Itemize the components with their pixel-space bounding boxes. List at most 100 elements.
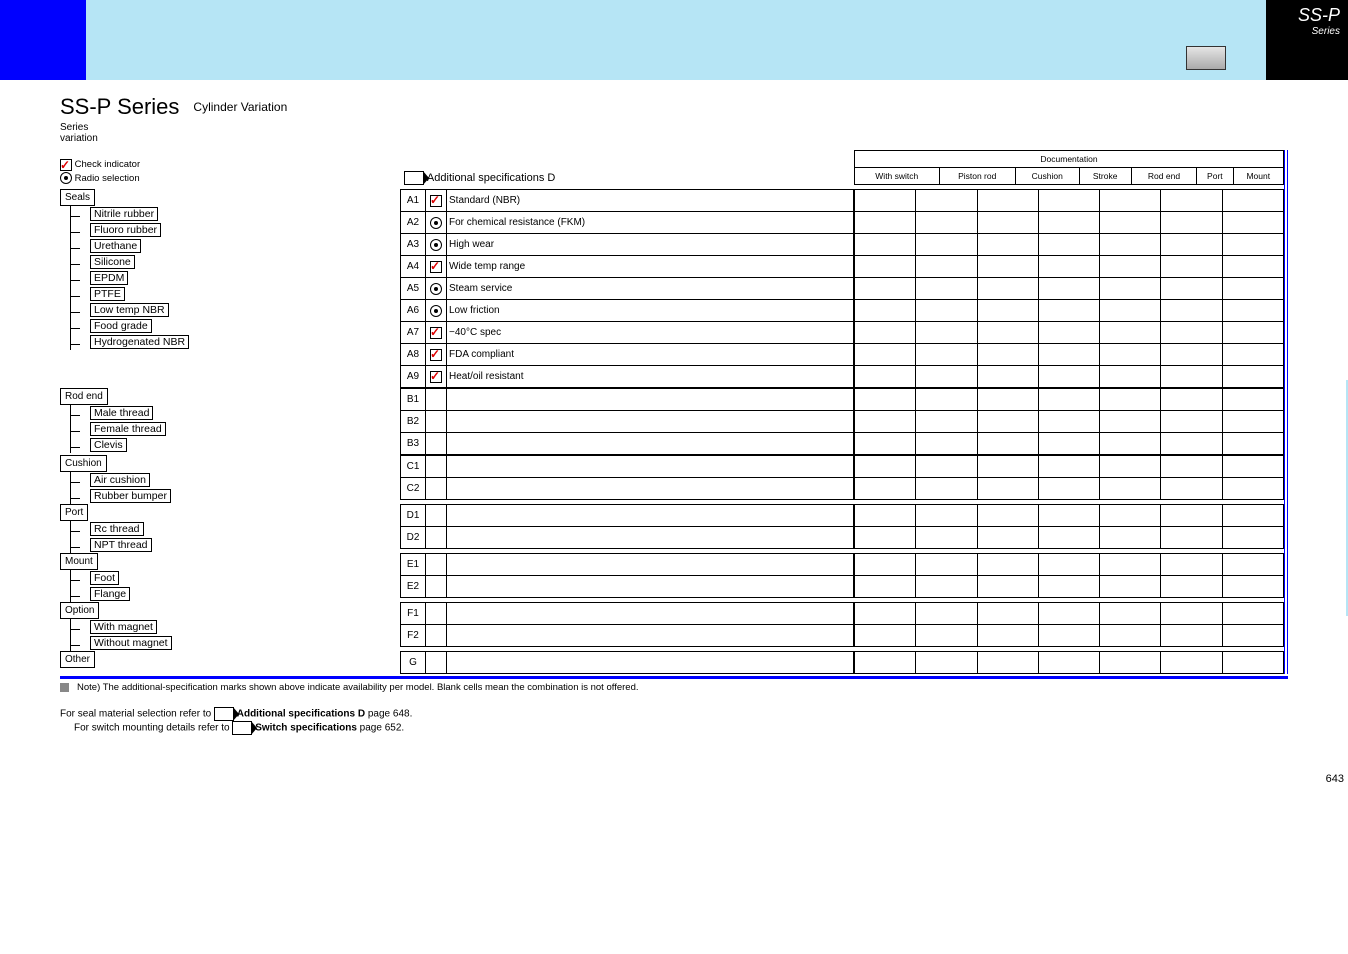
doc-col-header: Cushion (1015, 168, 1079, 185)
doc-cell (855, 234, 916, 256)
desc-cell (447, 527, 854, 549)
doc-cell (1100, 603, 1161, 625)
doc-cell (1222, 234, 1283, 256)
icon-cell (426, 411, 447, 433)
doc-cell (855, 322, 916, 344)
doc-cell (1100, 300, 1161, 322)
leaf-box: Rubber bumper (90, 489, 171, 503)
doc-cell (1161, 603, 1222, 625)
doc-cell (1038, 554, 1099, 576)
icon-cell (426, 527, 447, 549)
doc-cell (916, 603, 977, 625)
doc-cell (977, 322, 1038, 344)
doc-cell (977, 366, 1038, 388)
doc-cell (916, 256, 977, 278)
doc-cell (1100, 234, 1161, 256)
doc-cell (1222, 478, 1283, 500)
doc-cell (977, 505, 1038, 527)
doc-cell (1100, 625, 1161, 647)
doc-cell (977, 344, 1038, 366)
doc-cell (1100, 212, 1161, 234)
doc-cell (1161, 212, 1222, 234)
group-box: Rod end (60, 388, 108, 405)
doc-cell (1100, 256, 1161, 278)
group-row: SealsNitrile rubberFluoro rubberUrethane… (60, 189, 1284, 388)
doc-cell (916, 234, 977, 256)
doc-cell (977, 212, 1038, 234)
doc-cell (916, 433, 977, 455)
doc-cell (855, 625, 916, 647)
doc-cell (855, 366, 916, 388)
tag-icon (404, 171, 424, 185)
doc-cell (1100, 344, 1161, 366)
doc-cell (916, 190, 977, 212)
grey-button-icon (1186, 46, 1226, 70)
tree-column: CushionAir cushionRubber bumper (60, 455, 400, 504)
doc-cell (1038, 527, 1099, 549)
doc-cell (1161, 366, 1222, 388)
doc-cell (977, 603, 1038, 625)
icon-cell (426, 576, 447, 598)
doc-col-header: With switch (855, 168, 940, 185)
leaf-box: Low temp NBR (90, 303, 169, 317)
icon-cell (426, 554, 447, 576)
doc-cell (855, 190, 916, 212)
page-title: SS-P Series (60, 94, 179, 120)
code-cell: B1 (401, 389, 426, 411)
doc-cell (1161, 527, 1222, 549)
code-cell: A8 (401, 344, 426, 366)
doc-col-header: Port (1197, 168, 1233, 185)
icon-cell (426, 366, 447, 388)
doc-cell (1222, 527, 1283, 549)
page-subtitle: Cylinder Variation (193, 100, 287, 114)
leaf-box: Food grade (90, 319, 152, 333)
doc-cell (1222, 505, 1283, 527)
doc-col-header: Stroke (1079, 168, 1131, 185)
leaf-box: Rc thread (90, 522, 144, 536)
code-cell: A3 (401, 234, 426, 256)
check-icon (430, 371, 442, 383)
legend: Check indicator Radio selection (60, 158, 400, 185)
doc-cell (1100, 366, 1161, 388)
desc-cell (447, 554, 854, 576)
blue-divider (60, 676, 1288, 679)
doc-cell (1161, 389, 1222, 411)
doc-cell (855, 576, 916, 598)
doc-cell (1222, 433, 1283, 455)
doc-cell (1161, 456, 1222, 478)
code-cell: B3 (401, 433, 426, 455)
doc-cell (1100, 389, 1161, 411)
doc-cell (1038, 478, 1099, 500)
leaf-box: Silicone (90, 255, 135, 269)
doc-cell (855, 256, 916, 278)
doc-cell (916, 389, 977, 411)
tree-column: SealsNitrile rubberFluoro rubberUrethane… (60, 189, 400, 388)
doc-cell (1161, 234, 1222, 256)
icon-cell (426, 300, 447, 322)
icon-cell (426, 603, 447, 625)
tree-column: Rod endMale threadFemale threadClevis (60, 388, 400, 455)
doc-cell (977, 554, 1038, 576)
doc-cell (1038, 505, 1099, 527)
doc-cell (1161, 505, 1222, 527)
doc-cell (977, 190, 1038, 212)
check-icon (60, 159, 72, 171)
code-cell: A4 (401, 256, 426, 278)
tag-icon (232, 721, 252, 735)
doc-cell (916, 344, 977, 366)
doc-cell (1222, 212, 1283, 234)
grey-square-icon (60, 683, 69, 692)
doc-col-header: Mount (1233, 168, 1284, 185)
code-cell: E1 (401, 554, 426, 576)
doc-cell (1038, 322, 1099, 344)
doc-cell (1161, 256, 1222, 278)
doc-cell (1038, 234, 1099, 256)
check-icon (430, 261, 442, 273)
doc-cell (1161, 344, 1222, 366)
series-badge: SS-P Series (1266, 0, 1348, 80)
doc-cell (855, 603, 916, 625)
doc-cell (855, 505, 916, 527)
desc-cell: Steam service (447, 278, 854, 300)
doc-cell (1038, 300, 1099, 322)
doc-cell (1222, 576, 1283, 598)
